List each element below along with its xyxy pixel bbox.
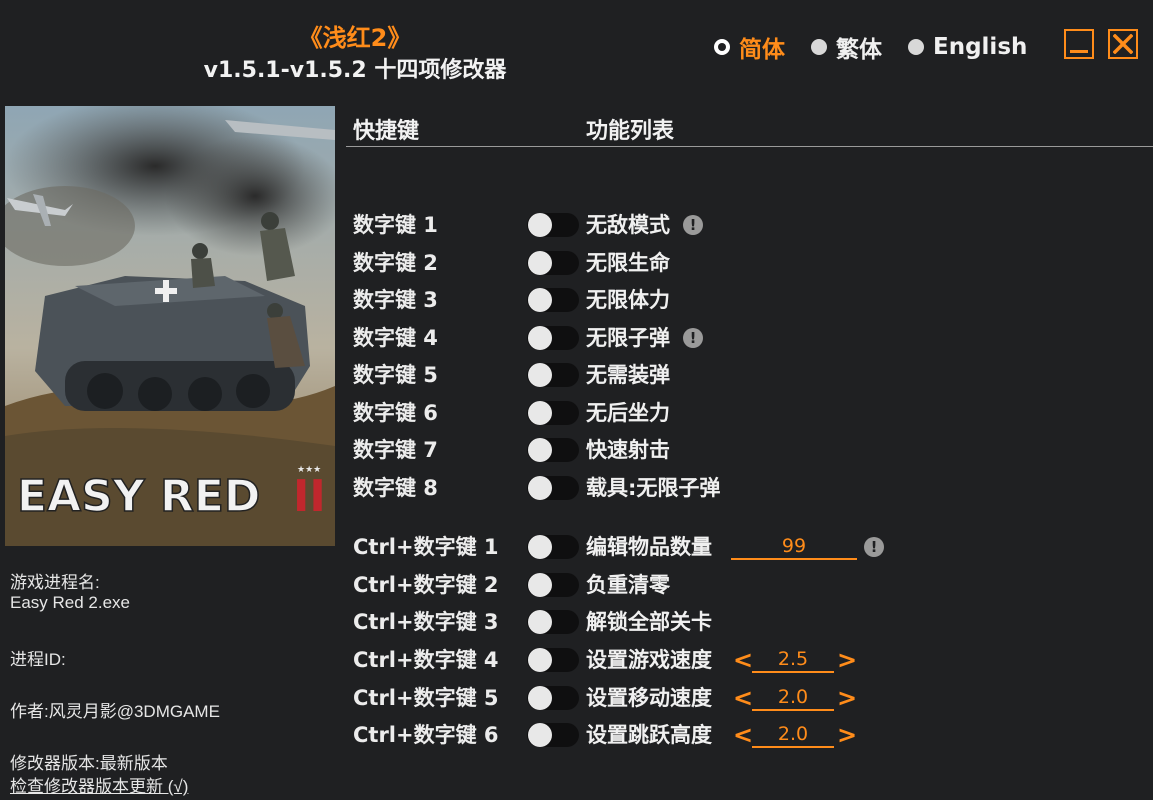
feature-label: 无敌模式 [586,213,670,237]
hotkey-label: 数字键 8 [353,476,438,500]
feature-label: 无需装弹 [586,363,670,387]
cheat-toggle[interactable] [527,251,579,275]
feature-label: 设置跳跃高度 [586,723,712,747]
hotkey-label: 数字键 5 [353,363,438,387]
hotkey-label: 数字键 2 [353,251,438,275]
cheat-row: Ctrl+数字键 1 编辑物品数量 ! [0,532,1153,562]
cheat-toggle[interactable] [527,476,579,500]
feature-label: 设置游戏速度 [586,648,712,672]
cheat-toggle[interactable] [527,438,579,462]
lang-option-simplified[interactable]: 简体 [714,30,785,64]
decrease-arrow-button[interactable]: < [733,720,753,750]
cheat-toggle[interactable] [527,401,579,425]
increase-arrow-button[interactable]: > [837,683,857,713]
feature-label: 无限体力 [586,288,670,312]
cheat-row: Ctrl+数字键 3 解锁全部关卡 [0,607,1153,637]
cheat-toggle[interactable] [527,326,579,350]
trainer-subtitle: v1.5.1-v1.5.2 十四项修改器 [203,58,507,83]
feature-label: 无后坐力 [586,401,670,425]
warning-icon[interactable]: ! [683,215,703,235]
trainer-window: 《浅红2》 v1.5.1-v1.5.2 十四项修改器 简体 繁体 English [0,0,1153,800]
hotkey-label: 数字键 6 [353,401,438,425]
jump-height-input[interactable] [752,722,834,748]
feature-label: 快速射击 [586,438,670,462]
minimize-button[interactable] [1064,29,1094,59]
language-selector: 简体 繁体 English [714,30,1027,64]
increase-arrow-button[interactable]: > [837,720,857,750]
cheat-toggle[interactable] [527,723,579,747]
lang-label: 繁体 [836,37,882,63]
cheat-toggle[interactable] [527,535,579,559]
feature-label: 无限子弹 [586,326,670,350]
cheat-row: 数字键 6 无后坐力 [0,398,1153,428]
feature-label: 设置移动速度 [586,686,712,710]
warning-icon[interactable]: ! [864,537,884,557]
lang-option-english[interactable]: English [908,34,1027,60]
cheat-row: 数字键 5 无需装弹 [0,360,1153,390]
cheat-row: Ctrl+数字键 4 设置游戏速度 < > [0,645,1153,675]
cheat-row: Ctrl+数字键 6 设置跳跃高度 < > [0,720,1153,750]
game-title: 《浅红2》 [298,24,412,52]
cheat-row: 数字键 4 无限子弹 ! [0,323,1153,353]
features-column-header: 功能列表 [586,119,675,144]
item-quantity-input[interactable] [731,534,857,560]
radio-icon[interactable] [908,39,924,55]
cheat-row: Ctrl+数字键 5 设置移动速度 < > [0,683,1153,713]
close-icon [1113,34,1133,54]
increase-arrow-button[interactable]: > [837,645,857,675]
feature-label: 无限生命 [586,251,670,275]
warning-icon[interactable]: ! [683,328,703,348]
game-speed-input[interactable] [752,647,834,673]
feature-label: 编辑物品数量 [586,535,712,559]
cheat-toggle[interactable] [527,213,579,237]
cheat-row: 数字键 7 快速射击 [0,435,1153,465]
feature-label: 负重清零 [586,573,670,597]
cheat-toggle[interactable] [527,363,579,387]
cheat-row: Ctrl+数字键 2 负重清零 [0,570,1153,600]
close-button[interactable] [1108,29,1138,59]
hotkey-label: Ctrl+数字键 5 [353,686,499,710]
move-speed-input[interactable] [752,685,834,711]
cheat-row: 数字键 2 无限生命 [0,248,1153,278]
lang-option-traditional[interactable]: 繁体 [811,30,882,64]
header-divider [346,146,1153,147]
hotkey-label: 数字键 1 [353,213,438,237]
lang-label: English [933,34,1028,60]
trainer-version-text: 修改器版本:最新版本 [10,754,168,773]
hotkey-label: Ctrl+数字键 1 [353,535,499,559]
cheat-row: 数字键 1 无敌模式 ! [0,210,1153,240]
radio-selected-icon[interactable] [714,39,730,55]
feature-label: 解锁全部关卡 [586,610,712,634]
cheat-toggle[interactable] [527,648,579,672]
cheat-toggle[interactable] [527,610,579,634]
cheat-row: 数字键 3 无限体力 [0,285,1153,315]
hotkey-label: Ctrl+数字键 4 [353,648,499,672]
lang-label: 简体 [739,37,785,63]
hotkey-column-header: 快捷键 [353,119,420,144]
decrease-arrow-button[interactable]: < [733,683,753,713]
cheat-toggle[interactable] [527,573,579,597]
feature-label: 载具:无限子弹 [586,476,721,500]
cheat-row: 数字键 8 载具:无限子弹 [0,473,1153,503]
cheat-toggle[interactable] [527,686,579,710]
hotkey-label: Ctrl+数字键 6 [353,723,499,747]
hotkey-label: 数字键 3 [353,288,438,312]
hotkey-label: 数字键 4 [353,326,438,350]
radio-icon[interactable] [811,39,827,55]
decrease-arrow-button[interactable]: < [733,645,753,675]
hotkey-label: 数字键 7 [353,438,438,462]
hotkey-label: Ctrl+数字键 3 [353,610,499,634]
hotkey-label: Ctrl+数字键 2 [353,573,499,597]
cheat-toggle[interactable] [527,288,579,312]
check-update-link[interactable]: 检查修改器版本更新 (√) [10,772,188,797]
